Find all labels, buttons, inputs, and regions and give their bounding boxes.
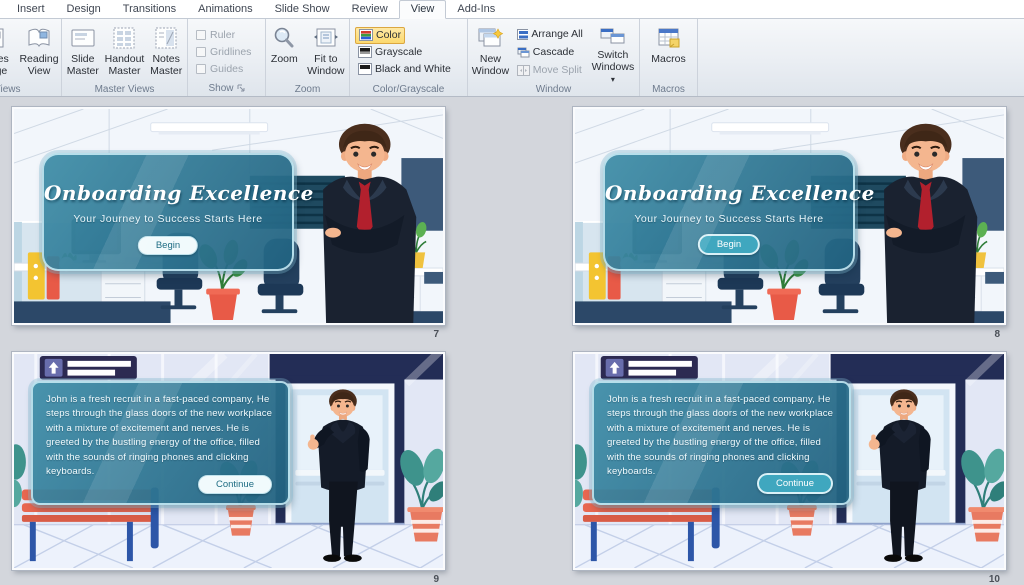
group-label-show: Show	[188, 83, 265, 95]
tab-view[interactable]: View	[399, 0, 447, 19]
black-and-white-swatch-icon	[358, 63, 372, 75]
arrange-all-button[interactable]: Arrange All	[514, 26, 586, 43]
slide-7-title-panel: Onboarding Excellence Your Journey to Su…	[42, 153, 294, 271]
cascade-button[interactable]: Cascade	[514, 44, 586, 61]
ribbon-group-color-grayscale: Color Grayscale Black and White Color/Gr…	[350, 19, 468, 96]
tab-animations[interactable]: Animations	[187, 1, 263, 18]
tab-insert[interactable]: Insert	[6, 1, 56, 18]
zoom-magnifier-icon	[272, 24, 296, 52]
show-dialog-launcher-icon[interactable]	[237, 84, 245, 95]
move-split-icon	[517, 65, 530, 76]
notes-page-button[interactable]: Notes Page	[0, 22, 17, 82]
switch-windows-button[interactable]: Switch Windows ▾	[589, 22, 637, 82]
dropdown-caret-icon: ▾	[611, 75, 615, 84]
tab-slide-show[interactable]: Slide Show	[264, 1, 341, 18]
group-label-color-grayscale: Color/Grayscale	[350, 84, 467, 95]
color-swatch-icon	[359, 29, 373, 41]
begin-button[interactable]: Begin	[138, 236, 198, 255]
group-label-zoom: Zoom	[266, 84, 349, 95]
macros-icon	[656, 24, 682, 52]
guides-checkbox	[196, 64, 206, 74]
slide-body-text: John is a fresh recruit in a fast-paced …	[607, 393, 836, 479]
slide-number-10: 10	[573, 574, 1006, 585]
notes-page-icon	[0, 24, 7, 52]
slide-subtitle: Your Journey to Success Starts Here	[44, 213, 292, 225]
handout-master-icon	[112, 24, 136, 52]
group-label-macros: Macros	[640, 84, 697, 95]
gridlines-checkbox-row: Gridlines	[196, 44, 263, 61]
notes-master-icon	[154, 24, 178, 52]
slide-8-thumbnail[interactable]: Onboarding Excellence Your Journey to Su…	[573, 107, 1006, 325]
slide-title: Onboarding Excellence	[44, 181, 292, 205]
group-label-master-views: Master Views	[62, 84, 187, 95]
gridlines-checkbox	[196, 47, 206, 57]
ruler-checkbox-row: Ruler	[196, 27, 263, 44]
tab-transitions[interactable]: Transitions	[112, 1, 187, 18]
begin-button-highlighted[interactable]: Begin	[698, 234, 760, 255]
tab-add-ins[interactable]: Add-Ins	[446, 1, 506, 18]
ruler-checkbox	[196, 30, 206, 40]
continue-button-highlighted[interactable]: Continue	[757, 473, 833, 494]
slide-9-text-panel: John is a fresh recruit in a fast-paced …	[31, 381, 290, 505]
continue-button[interactable]: Continue	[198, 475, 272, 494]
slide-number-9: 9	[12, 574, 445, 585]
grayscale-button[interactable]: Grayscale	[355, 44, 425, 61]
arrange-all-icon	[517, 29, 529, 40]
fit-to-window-icon	[313, 24, 339, 52]
ribbon-group-master-views: Slide Master Handout Master Notes Master…	[62, 19, 188, 96]
notes-master-button[interactable]: Notes Master	[147, 22, 185, 82]
slide-master-icon	[70, 24, 96, 52]
slide-number-8: 8	[573, 329, 1006, 340]
macros-button[interactable]: Macros	[646, 22, 692, 82]
slide-10-thumbnail[interactable]: John is a fresh recruit in a fast-paced …	[573, 352, 1006, 570]
powerpoint-window: Insert Design Transitions Animations Sli…	[0, 0, 1024, 585]
ribbon-group-zoom: Zoom Fit to Window Zoom	[266, 19, 350, 96]
slide-canvas: Onboarding Excellence Your Journey to Su…	[0, 98, 1024, 585]
slide-title: Onboarding Excellence	[605, 181, 853, 205]
slide-10-text-panel: John is a fresh recruit in a fast-paced …	[592, 381, 851, 505]
group-label-window: Window	[468, 84, 639, 95]
slide-number-7: 7	[12, 329, 445, 340]
slide-master-button[interactable]: Slide Master	[64, 22, 102, 82]
guides-checkbox-row: Guides	[196, 61, 263, 78]
handout-master-button[interactable]: Handout Master	[104, 22, 146, 82]
ribbon-tab-bar: Insert Design Transitions Animations Sli…	[0, 0, 1024, 19]
tab-design[interactable]: Design	[56, 1, 112, 18]
color-button[interactable]: Color	[355, 27, 405, 44]
slide-body-text: John is a fresh recruit in a fast-paced …	[46, 393, 275, 479]
new-window-icon	[476, 24, 504, 52]
slide-7-thumbnail[interactable]: Onboarding Excellence Your Journey to Su…	[12, 107, 445, 325]
slide-9-thumbnail[interactable]: John is a fresh recruit in a fast-paced …	[12, 352, 445, 570]
black-and-white-button[interactable]: Black and White	[355, 61, 454, 78]
group-label-views: Views	[0, 84, 61, 95]
grayscale-swatch-icon	[358, 46, 372, 58]
new-window-button[interactable]: New Window	[470, 22, 511, 82]
switch-windows-icon	[599, 24, 627, 48]
ribbon-group-window: New Window Arrange All Cascade Move Spli…	[468, 19, 640, 96]
ribbon-group-views: Notes Page Reading View Views	[0, 19, 62, 96]
ribbon-view-tab-contents: Notes Page Reading View Views Slide Mast…	[0, 19, 1024, 97]
fit-to-window-button[interactable]: Fit to Window	[305, 22, 347, 82]
move-split-button: Move Split	[514, 62, 586, 79]
reading-view-icon	[26, 24, 52, 52]
slide-subtitle: Your Journey to Success Starts Here	[605, 213, 853, 225]
tab-review[interactable]: Review	[341, 1, 399, 18]
ribbon-group-show: Ruler Gridlines Guides Show	[188, 19, 266, 96]
reading-view-button[interactable]: Reading View	[17, 22, 61, 82]
ribbon-group-macros: Macros Macros	[640, 19, 698, 96]
slide-8-title-panel: Onboarding Excellence Your Journey to Su…	[603, 153, 855, 271]
cascade-windows-icon	[517, 47, 530, 58]
zoom-button[interactable]: Zoom	[268, 22, 301, 82]
